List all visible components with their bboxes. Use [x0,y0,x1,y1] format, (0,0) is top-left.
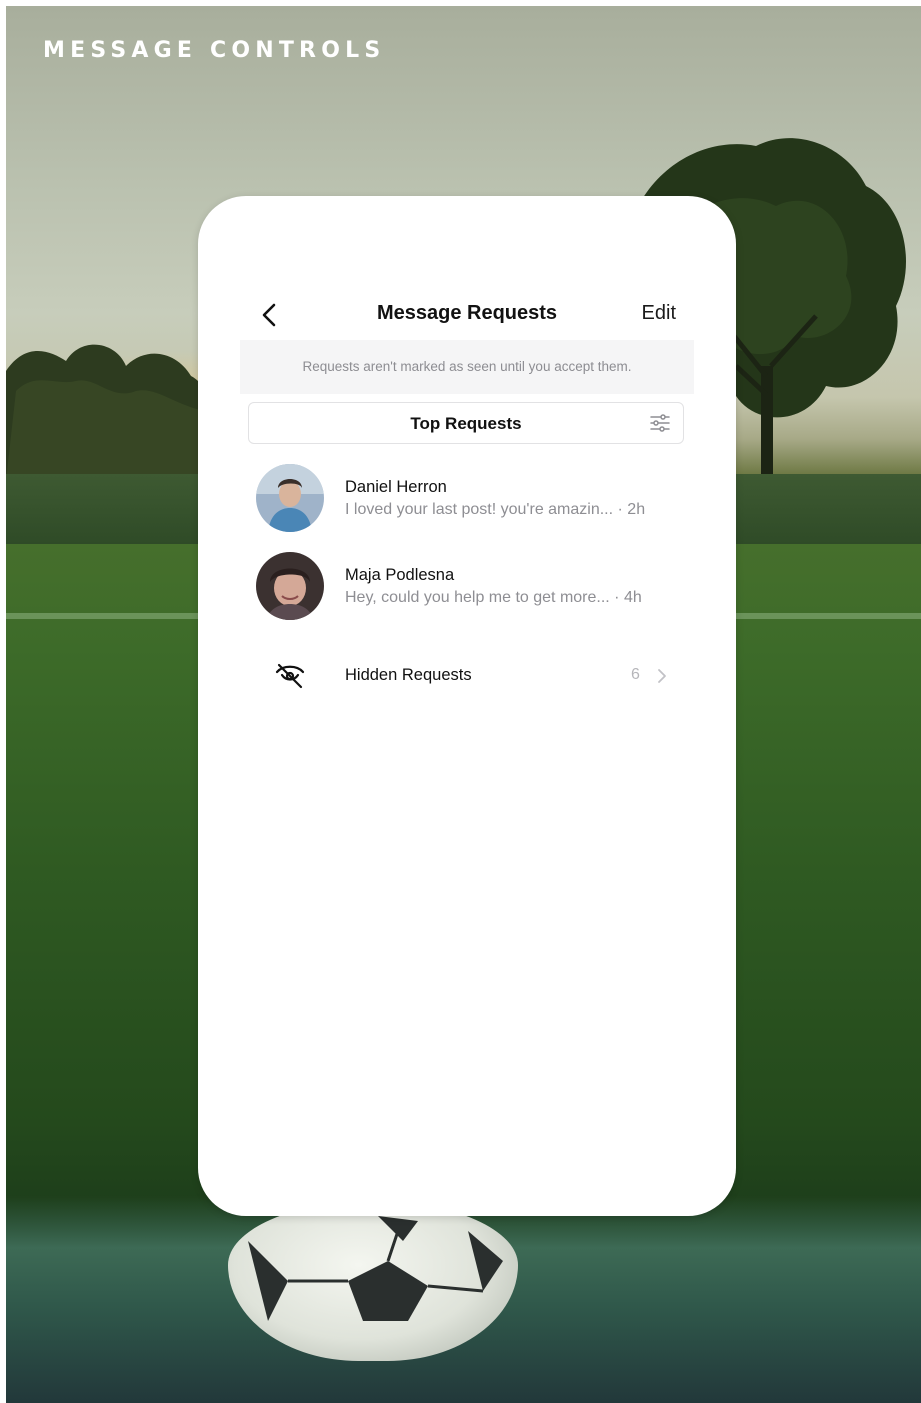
left-treeline [6,344,206,481]
page-title: Message Requests [376,302,558,324]
eye-off-icon [275,663,305,689]
navigation-bar: Message Requests Edit [242,292,692,338]
request-item-maja-podlesna[interactable]: Maja Podlesna Hey, could you help me to … [254,552,684,628]
soccer-ball [228,1201,518,1361]
requests-notice: Requests aren't marked as seen until you… [240,340,694,394]
request-item-daniel-herron[interactable]: Daniel Herron I loved your last post! yo… [254,464,684,540]
request-preview: Hey, could you help me to get more... · … [345,589,642,606]
chevron-right-icon [658,669,666,683]
hidden-requests-count: 6 [631,666,640,683]
section-header: MESSAGE CONTROLS [43,38,386,63]
request-sender-name: Maja Podlesna [345,566,455,584]
request-preview: I loved your last post! you're amazin...… [345,501,646,518]
hidden-requests-label: Hidden Requests [345,666,472,684]
hidden-requests-row[interactable]: Hidden Requests 6 [254,646,684,706]
phone-screen: Message Requests Edit Requests aren't ma… [198,196,736,1216]
top-requests-label: Top Requests [410,414,522,433]
avatar [256,552,324,620]
top-requests-filter[interactable]: Top Requests [248,402,684,444]
avatar [256,464,324,532]
page: MESSAGE CONTROLS Message Requests Edit R… [0,0,921,1403]
request-sender-name: Daniel Herron [345,478,447,496]
sliders-icon[interactable] [649,413,671,433]
edit-button[interactable]: Edit [642,302,676,325]
